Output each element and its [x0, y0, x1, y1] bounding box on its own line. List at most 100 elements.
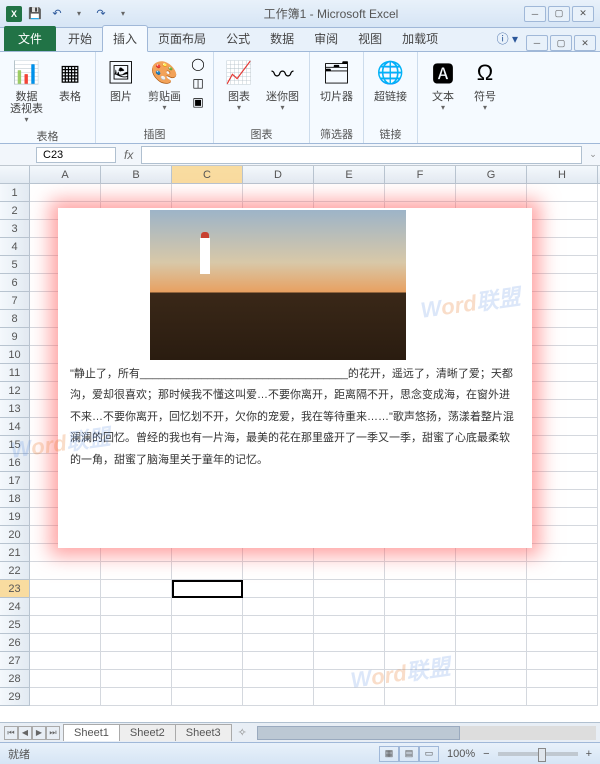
tab-view[interactable]: 视图 [348, 26, 392, 51]
row-header[interactable]: 5 [0, 256, 30, 274]
cell[interactable] [385, 616, 456, 634]
save-icon[interactable]: 💾 [26, 5, 44, 23]
undo-icon[interactable]: ↶ [48, 5, 66, 23]
cell[interactable] [101, 184, 172, 202]
cell[interactable] [527, 310, 598, 328]
sparkline-button[interactable]: 〰 迷你图 ▾ [262, 55, 303, 114]
cell[interactable] [172, 580, 243, 598]
cell[interactable] [172, 670, 243, 688]
sheet-tab[interactable]: Sheet2 [119, 724, 176, 741]
tab-data[interactable]: 数据 [260, 26, 304, 51]
cell[interactable] [172, 598, 243, 616]
text-button[interactable]: 🅰 文本 ▾ [424, 55, 462, 114]
cell[interactable] [243, 616, 314, 634]
cell[interactable] [527, 256, 598, 274]
cell[interactable] [101, 616, 172, 634]
cell[interactable] [101, 670, 172, 688]
row-header[interactable]: 10 [0, 346, 30, 364]
cell[interactable] [456, 616, 527, 634]
cell[interactable] [527, 472, 598, 490]
cell[interactable] [527, 382, 598, 400]
row-header[interactable]: 12 [0, 382, 30, 400]
cell[interactable] [30, 688, 101, 706]
cell[interactable] [527, 616, 598, 634]
row-header[interactable]: 17 [0, 472, 30, 490]
cell[interactable] [527, 526, 598, 544]
hyperlink-button[interactable]: 🌐 超链接 [370, 55, 411, 105]
picture-button[interactable]: 🖼 图片 [102, 55, 140, 105]
cell[interactable] [243, 562, 314, 580]
col-header[interactable]: B [101, 166, 172, 183]
minimize-button[interactable]: ─ [524, 6, 546, 22]
cell[interactable] [385, 634, 456, 652]
cell[interactable] [527, 436, 598, 454]
col-header[interactable]: D [243, 166, 314, 183]
cell[interactable] [314, 688, 385, 706]
row-header[interactable]: 1 [0, 184, 30, 202]
screenshot-icon[interactable]: ▣ [189, 93, 207, 111]
cell[interactable] [527, 490, 598, 508]
cell[interactable] [314, 616, 385, 634]
help-icon[interactable]: ⓘ ▾ [489, 26, 526, 51]
cell[interactable] [527, 274, 598, 292]
cell[interactable] [243, 184, 314, 202]
cell[interactable] [456, 184, 527, 202]
cell[interactable] [172, 652, 243, 670]
cell[interactable] [101, 580, 172, 598]
col-header[interactable]: E [314, 166, 385, 183]
cell[interactable] [30, 184, 101, 202]
cell[interactable] [456, 562, 527, 580]
sheet-prev-icon[interactable]: ◀ [18, 726, 32, 740]
row-header[interactable]: 14 [0, 418, 30, 436]
cell[interactable] [456, 580, 527, 598]
horizontal-scrollbar[interactable] [257, 726, 596, 740]
cell[interactable] [527, 454, 598, 472]
cell[interactable] [456, 598, 527, 616]
cell[interactable] [527, 688, 598, 706]
tab-file[interactable]: 文件 [4, 26, 56, 51]
formula-expand-icon[interactable]: ⌄ [586, 149, 600, 160]
cell[interactable] [456, 634, 527, 652]
ribbon-minimize-button[interactable]: ─ [526, 35, 548, 51]
row-header[interactable]: 9 [0, 328, 30, 346]
cell[interactable] [101, 634, 172, 652]
cell[interactable] [456, 652, 527, 670]
select-all-corner[interactable] [0, 166, 30, 183]
cell[interactable] [314, 184, 385, 202]
cell[interactable] [314, 580, 385, 598]
cell[interactable] [385, 184, 456, 202]
cell[interactable] [30, 616, 101, 634]
maximize-button[interactable]: ▢ [548, 6, 570, 22]
cell[interactable] [527, 202, 598, 220]
cell[interactable] [172, 184, 243, 202]
cell[interactable] [243, 598, 314, 616]
zoom-level[interactable]: 100% [447, 748, 475, 760]
cell[interactable] [101, 562, 172, 580]
smartart-icon[interactable]: ◫ [189, 74, 207, 92]
tab-pagelayout[interactable]: 页面布局 [148, 26, 216, 51]
table-button[interactable]: ▦ 表格 [51, 55, 89, 105]
cell[interactable] [314, 562, 385, 580]
cell[interactable] [101, 652, 172, 670]
cell[interactable] [385, 580, 456, 598]
cell[interactable] [527, 292, 598, 310]
tab-review[interactable]: 审阅 [304, 26, 348, 51]
sheet-tab[interactable]: Sheet1 [63, 724, 120, 741]
row-header[interactable]: 27 [0, 652, 30, 670]
row-header[interactable]: 19 [0, 508, 30, 526]
zoom-slider[interactable] [498, 752, 578, 756]
cell[interactable] [314, 598, 385, 616]
shapes-icon[interactable]: ◯ [189, 55, 207, 73]
cell[interactable] [101, 598, 172, 616]
worksheet-grid[interactable]: A B C D E F G H 123456789101112131415161… [0, 166, 600, 722]
cell[interactable] [527, 328, 598, 346]
close-button[interactable]: ✕ [572, 6, 594, 22]
row-header[interactable]: 28 [0, 670, 30, 688]
cell[interactable] [385, 598, 456, 616]
cell[interactable] [527, 346, 598, 364]
tab-home[interactable]: 开始 [58, 26, 102, 51]
row-header[interactable]: 29 [0, 688, 30, 706]
qat-customize-icon[interactable]: ▾ [114, 5, 132, 23]
cell[interactable] [30, 634, 101, 652]
chart-button[interactable]: 📈 图表 ▾ [220, 55, 258, 114]
